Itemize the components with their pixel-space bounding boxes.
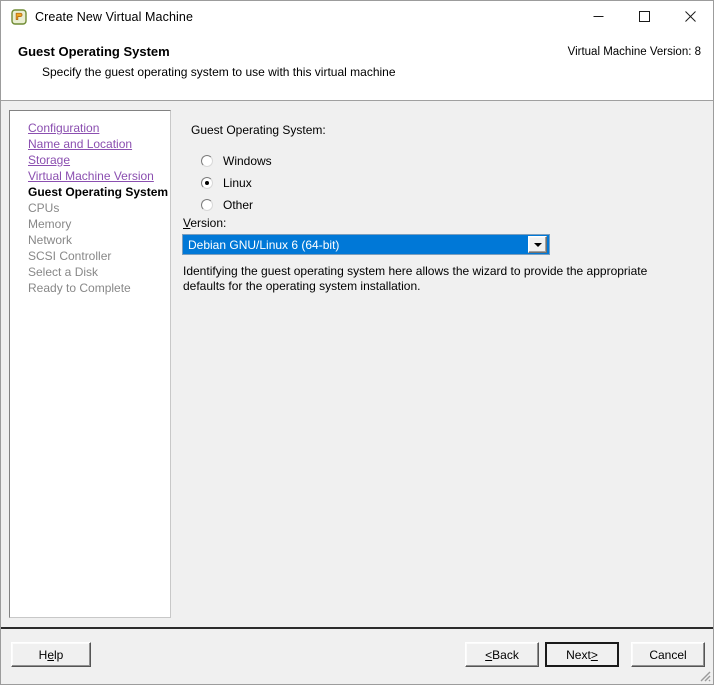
wizard-steps-sidebar: Configuration Name and Location Storage … [9,110,171,618]
sidebar-item-scsi-controller: SCSI Controller [28,249,112,263]
cancel-button[interactable]: Cancel [631,642,705,667]
back-label-accel: < [485,647,493,662]
page-title: Guest Operating System [18,44,170,59]
sidebar-item-ready-to-complete: Ready to Complete [28,281,131,295]
sidebar-item-virtual-machine-version[interactable]: Virtual Machine Version [10,168,170,184]
radio-option-windows[interactable]: Windows [201,150,272,172]
minimize-button[interactable] [575,1,621,32]
help-label-accel: e [47,647,54,662]
maximize-icon [638,11,650,22]
next-label-accel: > [590,647,598,662]
radio-label-windows: Windows [223,154,272,168]
sidebar-item-memory: Memory [28,217,72,231]
radio-label-linux: Linux [223,176,252,190]
back-button[interactable]: < Back [465,642,539,667]
sidebar-item-select-a-disk: Select a Disk [28,265,99,279]
radio-indicator-linux [201,177,213,189]
maximize-button[interactable] [621,1,667,32]
radio-option-linux[interactable]: Linux [201,172,272,194]
next-button[interactable]: Next > [545,642,619,667]
sidebar-item-guest-operating-system: Guest Operating System [28,185,169,199]
help-button[interactable]: He lp [11,642,91,667]
dialog-footer: He lp < Back Next > Cancel [1,627,713,684]
sidebar-item-network: Network [28,233,73,247]
sidebar-item-storage[interactable]: Storage [10,152,170,168]
version-label: Version: [183,216,226,230]
close-button[interactable] [667,1,713,32]
next-label-prefix: Next [566,647,591,662]
guest-os-description: Identifying the guest operating system h… [183,264,648,293]
close-icon [684,11,696,22]
wizard-header: Guest Operating System Specify the guest… [1,32,713,101]
guest-os-version-dropdown[interactable]: Debian GNU/Linux 6 (64-bit) [182,234,550,255]
create-vm-dialog: Create New Virtual Machine Guest Operati… [0,0,714,685]
radio-option-other[interactable]: Other [201,194,272,216]
guest-os-label: Guest Operating System: [191,123,326,137]
radio-label-other: Other [223,198,254,212]
help-label-prefix: H [38,647,48,662]
title-bar: Create New Virtual Machine [1,1,713,32]
window-title: Create New Virtual Machine [35,9,193,24]
back-label-rest: Back [492,647,519,662]
help-label-rest: lp [54,647,64,662]
version-label-rest: ersion: [190,216,227,230]
page-subtitle: Specify the guest operating system to us… [42,65,396,79]
window-controls [575,1,713,32]
sidebar-item-configuration[interactable]: Configuration [10,120,170,136]
minimize-icon [593,16,603,17]
vm-app-icon [11,8,27,25]
radio-indicator-windows [201,155,213,167]
vm-version-label: Virtual Machine Version: 8 [567,46,701,58]
sidebar-item-name-and-location[interactable]: Name and Location [10,136,170,152]
sidebar-item-cpus: CPUs [28,201,60,215]
radio-indicator-other [201,199,213,211]
guest-os-version-value: Debian GNU/Linux 6 (64-bit) [188,237,340,252]
chevron-down-icon[interactable] [528,236,547,253]
wizard-content-pane: Guest Operating System: Windows Linux Ot… [177,110,705,618]
guest-os-radio-group: Windows Linux Other [201,150,272,216]
dialog-body: Configuration Name and Location Storage … [1,101,713,627]
resize-grip-icon[interactable] [697,668,711,682]
